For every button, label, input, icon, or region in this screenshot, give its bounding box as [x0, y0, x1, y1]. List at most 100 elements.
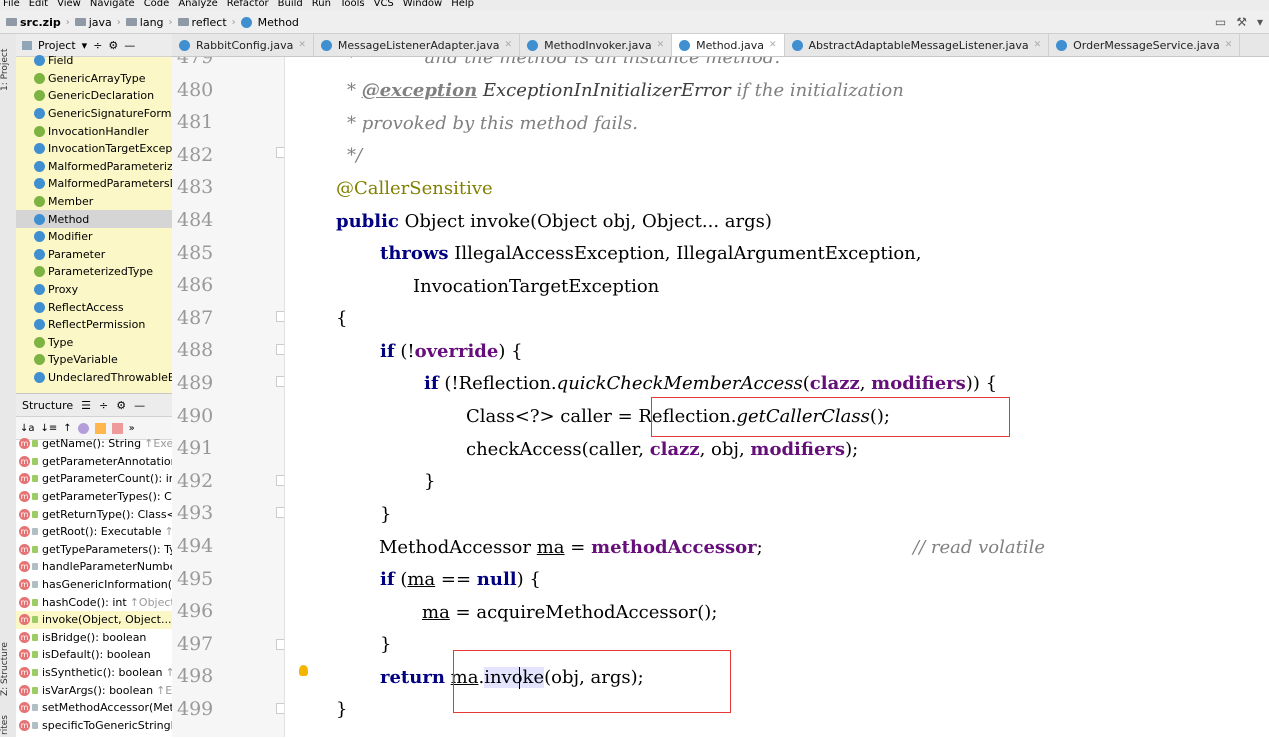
project-tree-item[interactable]: GenericDeclaration: [16, 87, 172, 105]
structure-item[interactable]: misSynthetic(): boolean↑Exe: [16, 664, 172, 682]
structure-item[interactable]: m setMethodAccessor(Meth: [16, 699, 172, 717]
project-tree-item[interactable]: Parameter: [16, 246, 172, 264]
menu-view[interactable]: View: [57, 0, 81, 11]
show-fields-icon[interactable]: [94, 422, 106, 434]
structure-item-label: getRoot(): Executable: [42, 525, 162, 539]
structure-item[interactable]: m getTypeParameters(): Typ: [16, 541, 172, 559]
structure-item[interactable]: m isVarArgs(): boolean↑Exe: [16, 681, 172, 699]
editor-tab[interactable]: MessageListenerAdapter.java ✕: [314, 34, 521, 56]
project-tree-item[interactable]: ParameterizedType: [16, 263, 172, 281]
sort-visibility-icon[interactable]: ↓≡: [41, 423, 58, 434]
editor-tab[interactable]: MethodInvoker.java ✕: [520, 34, 673, 56]
gear-icon[interactable]: ⚙: [108, 39, 118, 52]
show-inherited-icon[interactable]: ↑: [63, 423, 71, 434]
run-config-icon[interactable]: ▾: [1257, 15, 1263, 29]
structure-item[interactable]: m hashCode(): int ↑Object: [16, 593, 172, 611]
expand-all-icon[interactable]: ☰: [81, 399, 91, 412]
structure-item[interactable]: m hasGenericInformation(): I: [16, 576, 172, 594]
structure-item[interactable]: mgetParameterCount(): int↑: [16, 470, 172, 488]
sort-alpha-icon[interactable]: ↓a: [20, 423, 35, 434]
breadcrumb-reflect[interactable]: reflect: [177, 16, 227, 29]
structure-item[interactable]: m invoke(Object, Object...): O: [16, 610, 172, 629]
structure-item[interactable]: m specificToGenericStringHe: [16, 717, 172, 735]
close-icon[interactable]: ✕: [769, 40, 777, 50]
structure-item[interactable]: m isDefault(): boolean: [16, 646, 172, 664]
menu-code[interactable]: Code: [144, 0, 170, 11]
structure-item[interactable]: m getParameterAnnotations: [16, 453, 172, 471]
structure-item[interactable]: m isBridge(): boolean: [16, 629, 172, 647]
menu-edit[interactable]: Edit: [29, 0, 48, 11]
project-tree-item[interactable]: MalformedParametersEx: [16, 175, 172, 193]
project-tree-item[interactable]: InvocationTargetExceptio: [16, 140, 172, 158]
build-hammer-icon[interactable]: ⚒: [1236, 15, 1247, 29]
intention-bulb-icon[interactable]: [299, 665, 308, 676]
tool-tab-favorites[interactable]: rites: [0, 714, 16, 736]
breadcrumb-java[interactable]: java: [74, 16, 112, 29]
project-tree-item[interactable]: GenericSignatureFormatE: [16, 105, 172, 123]
project-tree-item[interactable]: Field: [16, 52, 172, 70]
project-tree-item[interactable]: Member: [16, 193, 172, 211]
menu-build[interactable]: Build: [278, 0, 303, 11]
breadcrumb-root[interactable]: src.zip: [6, 16, 61, 29]
structure-item[interactable]: m getRoot(): Executable↑Exe: [16, 523, 172, 541]
project-tree-item[interactable]: UndeclaredThrowableExc: [16, 369, 172, 387]
editor-tab[interactable]: Method.java ✕: [672, 34, 785, 56]
fold-marker[interactable]: [276, 147, 284, 158]
menu-tools[interactable]: Tools: [340, 0, 365, 11]
close-icon[interactable]: ✕: [657, 40, 665, 50]
project-tree-item[interactable]: ReflectPermission: [16, 316, 172, 334]
menu-help[interactable]: Help: [451, 0, 474, 11]
fold-marker[interactable]: [276, 639, 284, 650]
breadcrumb-method[interactable]: Method: [240, 16, 299, 29]
project-tree-item[interactable]: TypeVariable: [16, 351, 172, 369]
close-icon[interactable]: ✕: [1034, 40, 1042, 50]
tool-tab-project[interactable]: 1: Project: [0, 40, 16, 100]
fold-marker[interactable]: [276, 507, 284, 518]
project-tree-item[interactable]: Modifier: [16, 228, 172, 246]
project-view-dropdown[interactable]: Project: [38, 39, 76, 52]
editor-tab[interactable]: OrderMessageService.java ✕: [1049, 34, 1241, 56]
visibility-icon: [32, 493, 38, 501]
window-layout-icon[interactable]: ▭: [1215, 15, 1226, 29]
close-icon[interactable]: ✕: [298, 40, 306, 50]
project-tree: Field GenericArrayType GenericDeclaration G…: [16, 52, 172, 386]
menu-window[interactable]: Window: [403, 0, 442, 11]
project-tree-item[interactable]: GenericArrayType: [16, 70, 172, 88]
project-tree-item[interactable]: InvocationHandler: [16, 122, 172, 140]
hide-panel-icon[interactable]: —: [124, 39, 135, 52]
more-icon[interactable]: »: [129, 423, 135, 434]
structure-item[interactable]: m getName(): String↑Execut: [16, 435, 172, 453]
menu-vcs[interactable]: VCS: [374, 0, 394, 11]
collapse-all-icon[interactable]: ÷: [93, 39, 102, 52]
editor-tab[interactable]: RabbitConfig.java ✕: [172, 34, 314, 56]
project-tree-item[interactable]: Method: [16, 210, 172, 228]
menu-file[interactable]: File: [3, 0, 20, 11]
collapse-all-icon[interactable]: ÷: [99, 399, 108, 412]
breadcrumb-lang[interactable]: lang: [125, 16, 164, 29]
project-tree-item[interactable]: Proxy: [16, 281, 172, 299]
menu-navigate[interactable]: Navigate: [90, 0, 135, 11]
project-tree-item[interactable]: ReflectAccess: [16, 298, 172, 316]
fold-marker[interactable]: [276, 376, 284, 387]
dropdown-arrow-icon[interactable]: ▾: [82, 39, 88, 52]
project-tree-item[interactable]: MalformedParameterizec: [16, 158, 172, 176]
fold-marker[interactable]: [276, 311, 284, 322]
fold-marker[interactable]: [276, 475, 284, 486]
menu-analyze[interactable]: Analyze: [178, 0, 217, 11]
tool-tab-structure[interactable]: Z: Structure: [0, 634, 16, 704]
menu-run[interactable]: Run: [312, 0, 331, 11]
close-icon[interactable]: ✕: [1225, 40, 1233, 50]
close-icon[interactable]: ✕: [505, 40, 513, 50]
show-nonpublic-icon[interactable]: [111, 422, 123, 434]
editor-tab[interactable]: AbstractAdaptableMessageListener.java ✕: [785, 34, 1050, 56]
structure-item[interactable]: m getParameterTypes(): Clas: [16, 488, 172, 506]
hide-panel-icon[interactable]: —: [134, 399, 145, 412]
fold-marker[interactable]: [276, 703, 284, 714]
menu-refactor[interactable]: Refactor: [227, 0, 269, 11]
show-properties-icon[interactable]: [77, 422, 89, 434]
structure-item[interactable]: m handleParameterNumberM: [16, 558, 172, 576]
project-tree-item[interactable]: Type: [16, 334, 172, 352]
fold-marker[interactable]: [276, 344, 284, 355]
gear-icon[interactable]: ⚙: [116, 399, 126, 412]
structure-item[interactable]: m getReturnType(): Class<?>: [16, 505, 172, 523]
